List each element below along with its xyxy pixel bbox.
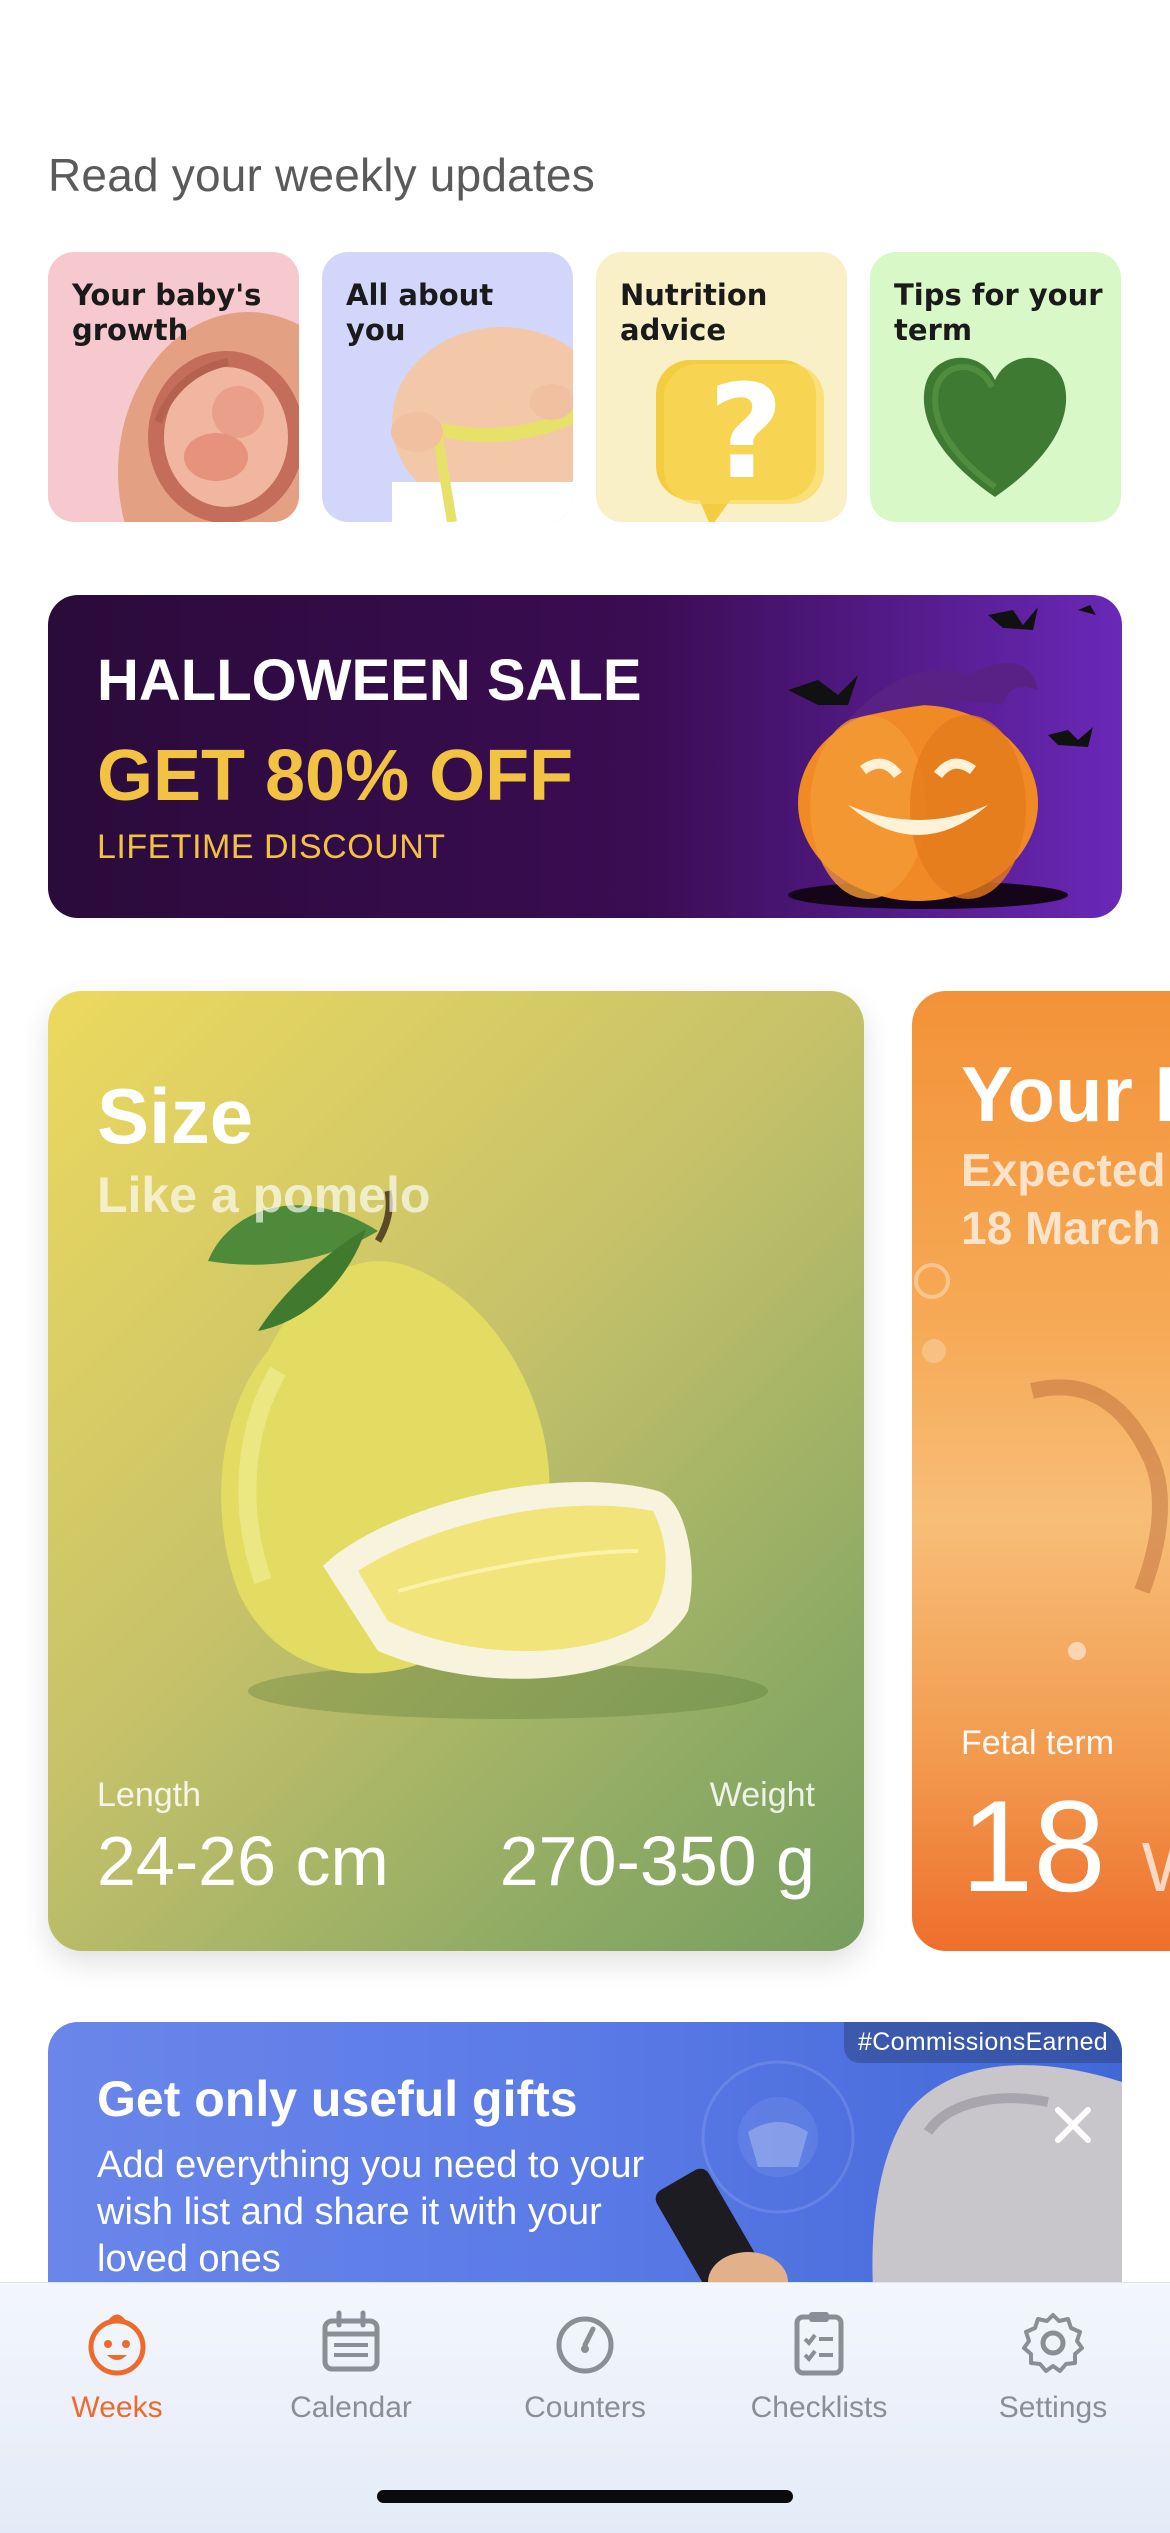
counter-gauge-icon bbox=[556, 2316, 614, 2374]
due-card-title: Your I bbox=[961, 1050, 1170, 1138]
tab-calendar[interactable]: Calendar bbox=[234, 2307, 468, 2425]
commissions-tag: #CommissionsEarned bbox=[844, 2022, 1122, 2063]
svg-text:?: ? bbox=[708, 356, 783, 508]
length-label: Length bbox=[97, 1776, 201, 1814]
gifts-body: Add everything you need to your wish lis… bbox=[97, 2144, 645, 2280]
term-unit: W bbox=[1142, 1828, 1170, 1906]
tab-weeks[interactable]: Weeks bbox=[0, 2307, 234, 2425]
size-comparison: Like a pomelo bbox=[97, 1167, 431, 1223]
weight-label: Weight bbox=[709, 1776, 815, 1814]
tab-label: Counters bbox=[524, 2391, 646, 2424]
expected-label: Expected bbox=[961, 1144, 1166, 1196]
tab-label: Checklists bbox=[750, 2391, 888, 2424]
halloween-sale-banner[interactable]: HALLOWEEN SALE GET 80% OFF LIFETIME DISC… bbox=[48, 595, 1122, 918]
story-label: Your baby's growth bbox=[72, 278, 262, 347]
weight-value: 270-350 g bbox=[499, 1822, 815, 1900]
promo-subtitle: LIFETIME DISCOUNT bbox=[97, 828, 446, 866]
gifts-title: Get only useful gifts bbox=[97, 2071, 578, 2127]
tab-checklists[interactable]: Checklists bbox=[702, 2307, 936, 2425]
expected-date: 18 March bbox=[961, 1202, 1161, 1254]
due-card-subtitle: Expected 18 March bbox=[961, 1141, 1166, 1257]
story-card-nutrition[interactable]: ? Nutrition advice bbox=[596, 252, 847, 522]
size-card[interactable]: Size Like a pomelo Length 24-26 cm Weigh… bbox=[48, 991, 864, 1951]
close-icon[interactable] bbox=[1048, 2100, 1098, 2150]
tab-label: Weeks bbox=[71, 2391, 163, 2424]
story-label: All about you bbox=[346, 278, 494, 347]
baby-face-icon bbox=[88, 2314, 146, 2376]
tab-settings[interactable]: Settings bbox=[936, 2307, 1170, 2425]
section-title: Read your weekly updates bbox=[48, 149, 595, 201]
story-card-about-you[interactable]: All about you bbox=[322, 252, 573, 522]
weekly-updates-carousel[interactable]: Your baby's growth All about you ? Nutri… bbox=[48, 252, 1122, 522]
gear-icon bbox=[1022, 2313, 1084, 2373]
promo-title: HALLOWEEN SALE bbox=[97, 648, 642, 713]
story-label: Tips for your term bbox=[894, 278, 1103, 347]
fetal-term-label: Fetal term bbox=[961, 1724, 1115, 1762]
tab-label: Calendar bbox=[290, 2391, 412, 2424]
promo-offer: GET 80% OFF bbox=[97, 736, 574, 816]
checklist-icon bbox=[794, 2312, 844, 2376]
story-card-baby-growth[interactable]: Your baby's growth bbox=[48, 252, 299, 522]
tab-label: Settings bbox=[998, 2391, 1108, 2424]
story-card-tips[interactable]: Tips for your term bbox=[870, 252, 1121, 522]
story-label: Nutrition advice bbox=[620, 278, 768, 347]
tab-counters[interactable]: Counters bbox=[468, 2307, 702, 2425]
due-date-card[interactable]: Your I Expected 18 March Fetal term 18 W bbox=[912, 991, 1170, 1951]
size-title: Size bbox=[97, 1072, 254, 1160]
home-indicator[interactable] bbox=[377, 2490, 793, 2503]
calendar-icon bbox=[322, 2310, 380, 2372]
fetal-term-value: 18 W bbox=[961, 1771, 1170, 1921]
length-value: 24-26 cm bbox=[97, 1822, 389, 1900]
term-number: 18 bbox=[961, 1773, 1106, 1919]
